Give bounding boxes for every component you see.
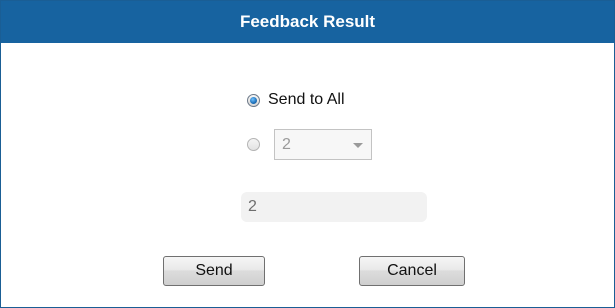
feedback-result-dialog: Feedback Result Send to All 2 2 Send Can… xyxy=(0,0,615,308)
info-field-value: 2 xyxy=(248,198,257,215)
send-button[interactable]: Send xyxy=(163,256,265,286)
send-to-all-label[interactable]: Send to All xyxy=(268,91,345,109)
chevron-down-icon[interactable] xyxy=(353,143,363,148)
recipient-select[interactable]: 2 xyxy=(274,129,372,160)
dialog-titlebar: Feedback Result xyxy=(1,1,614,43)
cancel-button[interactable]: Cancel xyxy=(359,256,465,286)
info-field: 2 xyxy=(241,192,427,222)
send-to-all-option[interactable]: Send to All xyxy=(247,91,345,109)
specific-recipient-radio[interactable] xyxy=(247,138,260,151)
dialog-title: Feedback Result xyxy=(239,12,376,31)
recipient-select-value: 2 xyxy=(282,135,291,153)
radio-selected-dot xyxy=(250,96,257,104)
send-to-all-radio[interactable] xyxy=(247,93,260,107)
specific-recipient-option[interactable] xyxy=(247,138,260,151)
